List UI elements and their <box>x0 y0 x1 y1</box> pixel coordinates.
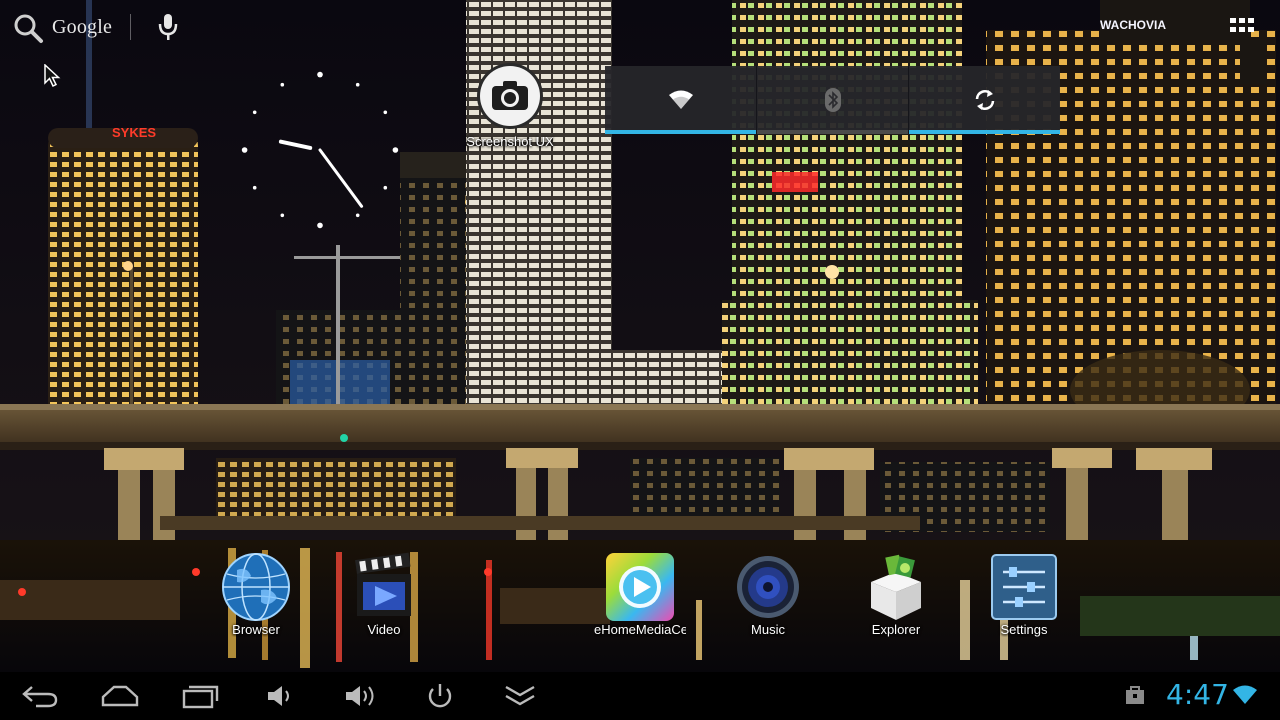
volume-up-icon <box>346 686 374 706</box>
status-wifi-icon[interactable] <box>1232 684 1258 710</box>
speaker-icon <box>733 552 803 622</box>
home-button[interactable] <box>96 680 144 712</box>
svg-text:WACHOVIA: WACHOVIA <box>1100 18 1166 32</box>
clock-tick-dot <box>280 213 285 218</box>
power-control-widget <box>605 66 1060 134</box>
music-app[interactable]: Music <box>713 552 823 637</box>
ehomemediacenter-app[interactable]: eHomeMediaCenter <box>585 552 695 637</box>
sliders-icon <box>989 552 1059 622</box>
explorer-app[interactable]: Explorer <box>841 552 951 637</box>
power-button[interactable] <box>416 680 464 712</box>
explorer-label: Explorer <box>871 622 921 637</box>
camera-icon <box>476 62 544 130</box>
navigation-bar <box>0 672 1280 720</box>
mouse-cursor-icon <box>44 63 62 92</box>
wifi-icon <box>668 90 693 109</box>
clock-tick-dot <box>355 213 360 218</box>
search-divider <box>130 14 131 40</box>
music-label: Music <box>751 622 785 637</box>
power-icon <box>428 684 452 708</box>
analog-clock-widget[interactable] <box>225 60 425 240</box>
clock-face <box>241 71 399 229</box>
google-search-bar[interactable]: Google <box>10 10 190 46</box>
clock-tick-dot <box>252 110 257 115</box>
status-clock[interactable]: 4:47 <box>1166 678 1229 711</box>
bluetooth-toggle-button[interactable] <box>757 66 909 134</box>
bluetooth-state-bar <box>757 130 908 134</box>
bluetooth-icon <box>824 88 841 112</box>
globe-icon <box>221 552 291 622</box>
google-search-label[interactable]: Google <box>52 16 112 39</box>
shopping-bag-icon[interactable] <box>1124 684 1146 710</box>
clock-tick-dot <box>317 71 323 78</box>
video-app[interactable]: Video <box>329 552 439 637</box>
home-icon <box>101 685 139 707</box>
clock-tick-dot <box>252 185 257 190</box>
recent-apps-button[interactable] <box>176 680 224 712</box>
volume-up-button[interactable] <box>336 680 384 712</box>
apps-grid-icon <box>1230 18 1254 32</box>
sync-toggle-button[interactable] <box>909 66 1060 134</box>
box-icon <box>861 552 931 622</box>
clock-tick-dot <box>241 147 248 153</box>
back-icon <box>22 686 58 708</box>
clock-minute-hand <box>278 139 313 150</box>
video-label: Video <box>367 622 401 637</box>
settings-label: Settings <box>1000 622 1048 637</box>
sync-icon <box>975 90 994 110</box>
settings-app[interactable]: Settings <box>969 552 1079 637</box>
svg-text:SYKES: SYKES <box>112 125 156 140</box>
wifi-toggle-button[interactable] <box>605 66 757 134</box>
clock-tick-dot <box>355 82 360 87</box>
clock-hour-hand <box>318 148 364 208</box>
clock-tick-dot <box>383 185 388 190</box>
back-button[interactable] <box>16 680 64 712</box>
collapse-icon <box>505 685 535 706</box>
sync-state-bar <box>909 130 1060 134</box>
browser-app[interactable]: Browser <box>201 552 311 637</box>
volume-down-button[interactable] <box>254 680 302 712</box>
collapse-button[interactable] <box>496 680 544 712</box>
clock-tick-dot <box>280 82 285 87</box>
microphone-icon[interactable] <box>156 12 180 46</box>
screenshot-ux-shortcut[interactable]: Screenshot UX <box>450 62 570 149</box>
ehomemediacenter-label: eHomeMediaCenter <box>594 622 686 637</box>
wifi-state-bar <box>605 130 756 134</box>
clapperboard-icon <box>349 552 419 622</box>
clock-tick-dot <box>317 222 323 229</box>
all-apps-button[interactable] <box>1228 16 1260 42</box>
recent-apps-icon <box>182 685 219 709</box>
clock-tick-dot <box>392 147 399 153</box>
search-icon[interactable] <box>12 12 44 48</box>
clock-tick-dot <box>383 110 388 115</box>
volume-down-icon <box>268 686 289 706</box>
play-icon <box>605 552 675 622</box>
screenshot-ux-label: Screenshot UX <box>466 134 554 149</box>
browser-label: Browser <box>232 622 280 637</box>
